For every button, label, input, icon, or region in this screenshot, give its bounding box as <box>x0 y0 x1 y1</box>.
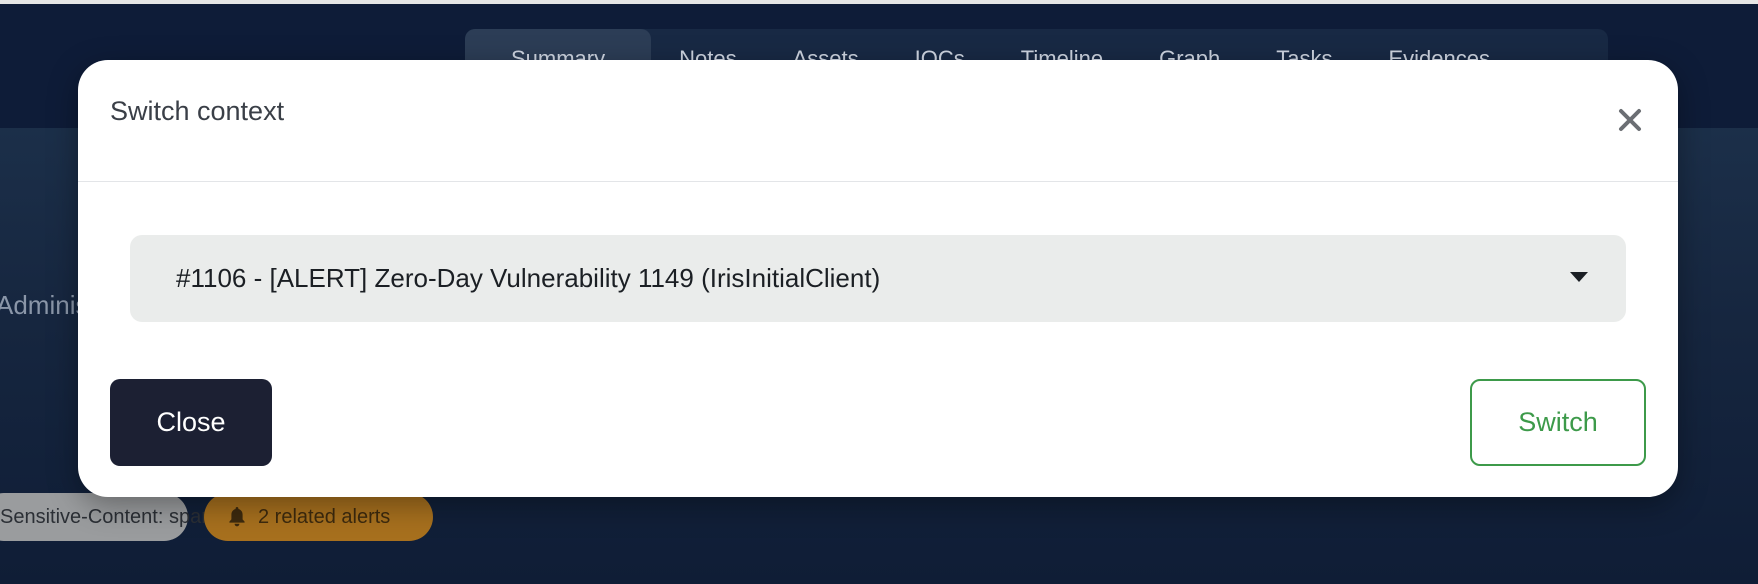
related-alerts-label: 2 related alerts <box>258 505 391 528</box>
switch-context-modal: Switch context #1106 - [ALERT] Zero-Day … <box>78 60 1678 497</box>
chevron-down-icon <box>1570 272 1588 282</box>
bell-icon <box>229 507 245 527</box>
switch-button[interactable]: Switch <box>1470 379 1646 466</box>
context-select[interactable]: #1106 - [ALERT] Zero-Day Vulnerability 1… <box>130 235 1626 322</box>
close-icon <box>1619 109 1641 131</box>
content-tag-label: Sensitive-Content: spam <box>0 505 218 528</box>
modal-close-button[interactable] <box>1612 102 1648 138</box>
context-select-value: #1106 - [ALERT] Zero-Day Vulnerability 1… <box>176 263 881 293</box>
content-tag-badge: Sensitive-Content: spam <box>0 493 218 541</box>
modal-title: Switch context <box>110 96 285 126</box>
modal-header: Switch context <box>78 60 1678 182</box>
related-alerts-badge[interactable]: 2 related alerts <box>204 493 433 541</box>
close-button[interactable]: Close <box>110 379 272 466</box>
